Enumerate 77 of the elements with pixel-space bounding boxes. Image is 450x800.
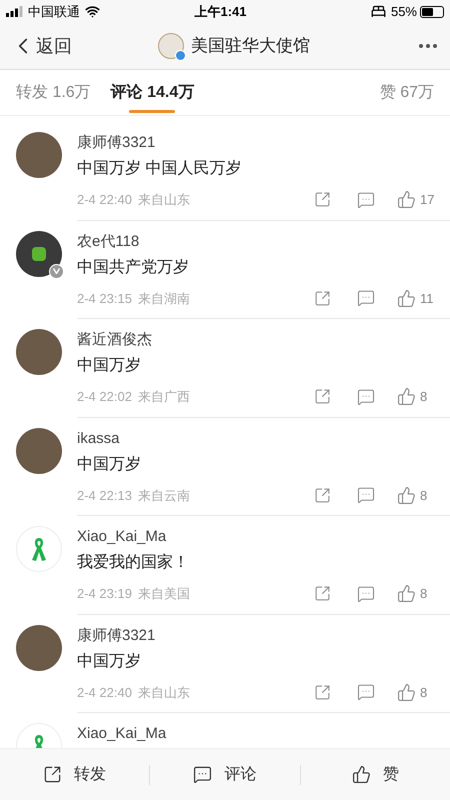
like-icon[interactable] xyxy=(397,584,416,604)
comment-icon[interactable] xyxy=(357,683,375,702)
comment-time: 2-4 23:15 xyxy=(77,290,132,308)
share-icon[interactable] xyxy=(314,486,331,504)
like-count: 17 xyxy=(420,191,436,209)
action-button[interactable]: 转发 xyxy=(0,762,150,786)
action-button[interactable]: 赞 xyxy=(300,762,450,786)
signal-icon xyxy=(6,6,24,17)
like-icon[interactable] xyxy=(397,387,416,406)
comment-time: 2-4 22:40 xyxy=(77,684,132,702)
comment-text: 中国共产党万岁 xyxy=(77,258,190,278)
comment-location: 来自山东 xyxy=(138,684,190,702)
like-icon xyxy=(352,765,371,784)
tab[interactable]: 赞 67万 xyxy=(380,70,434,115)
username[interactable]: 酱近酒俊杰 xyxy=(77,329,436,351)
comment-text: 中国万岁 中国人民万岁 xyxy=(77,158,242,179)
comment-icon[interactable] xyxy=(357,190,375,209)
avatar-placeholder[interactable] xyxy=(16,428,62,474)
avatar-placeholder[interactable] xyxy=(16,230,62,276)
share-icon[interactable] xyxy=(314,388,331,406)
username[interactable]: 康师傅3321 xyxy=(77,132,436,154)
like-count: 11 xyxy=(420,290,434,308)
battery-percent: 55% xyxy=(390,2,417,21)
comment-time: 2-4 22:40 xyxy=(77,191,132,209)
comment-icon[interactable] xyxy=(357,584,375,603)
like-icon[interactable] xyxy=(397,682,416,702)
logo-icon xyxy=(32,246,46,260)
like-icon[interactable] xyxy=(397,190,416,210)
comment-text: 中国万岁 xyxy=(77,454,142,474)
comment-icon[interactable] xyxy=(357,388,375,406)
comment-icon xyxy=(193,765,212,784)
avatar-placeholder[interactable] xyxy=(16,624,62,670)
avatar-placeholder[interactable] xyxy=(16,132,62,178)
avatar-placeholder[interactable] xyxy=(16,329,62,375)
like-count: 8 xyxy=(420,388,428,406)
wifi-icon xyxy=(85,4,100,19)
comment-location: 来自广西 xyxy=(138,388,190,406)
tab[interactable]: 转发 1.6万 xyxy=(16,70,91,115)
comment-location: 来自云南 xyxy=(138,486,190,504)
back-button[interactable]: 返回 xyxy=(10,32,72,60)
comment-time: 2-4 23:19 xyxy=(77,585,132,603)
comment-time: 2-4 22:02 xyxy=(77,388,132,406)
ribbon-icon xyxy=(31,536,47,562)
username[interactable]: Xiao_Kai_Ma xyxy=(77,723,436,745)
comment-icon[interactable] xyxy=(357,289,375,308)
battery-icon xyxy=(420,6,444,18)
v-icon xyxy=(53,268,60,274)
comment-text: 中国万岁 xyxy=(77,652,142,672)
clock-time: 上午1:41 xyxy=(194,2,248,21)
comment-text: 我爱我的国家！ xyxy=(77,552,190,573)
username[interactable]: Xiao_Kai_Ma xyxy=(77,526,436,548)
share-icon[interactable] xyxy=(314,191,331,208)
comment-time: 2-4 22:13 xyxy=(77,486,132,504)
action-button[interactable]: 评论 xyxy=(150,762,300,786)
like-count: 8 xyxy=(420,684,428,702)
share-icon[interactable] xyxy=(314,290,331,307)
comment-location: 来自美国 xyxy=(138,585,190,603)
username[interactable]: 康师傅3321 xyxy=(77,624,436,646)
carrier-name: 中国联通 xyxy=(28,2,80,21)
bed-icon xyxy=(370,4,386,19)
page-title: 美国驻华大使馆 xyxy=(191,35,310,58)
like-icon[interactable] xyxy=(397,486,416,505)
avatar[interactable] xyxy=(16,526,62,572)
username[interactable]: ikassa xyxy=(77,428,436,450)
like-icon[interactable] xyxy=(397,288,416,308)
comment-icon[interactable] xyxy=(357,486,375,504)
tab[interactable]: 评论 14.4万 xyxy=(110,70,194,115)
share-icon xyxy=(43,765,62,784)
share-icon[interactable] xyxy=(314,585,331,602)
comment-location: 来自湖南 xyxy=(138,290,190,308)
comment-text: 中国万岁 xyxy=(77,356,142,376)
like-count: 8 xyxy=(420,486,428,504)
username[interactable]: 农e代118 xyxy=(77,230,436,252)
comment-location: 来自山东 xyxy=(138,191,190,209)
like-count: 8 xyxy=(420,585,428,603)
share-icon[interactable] xyxy=(314,684,331,701)
tab-underline xyxy=(129,110,176,113)
